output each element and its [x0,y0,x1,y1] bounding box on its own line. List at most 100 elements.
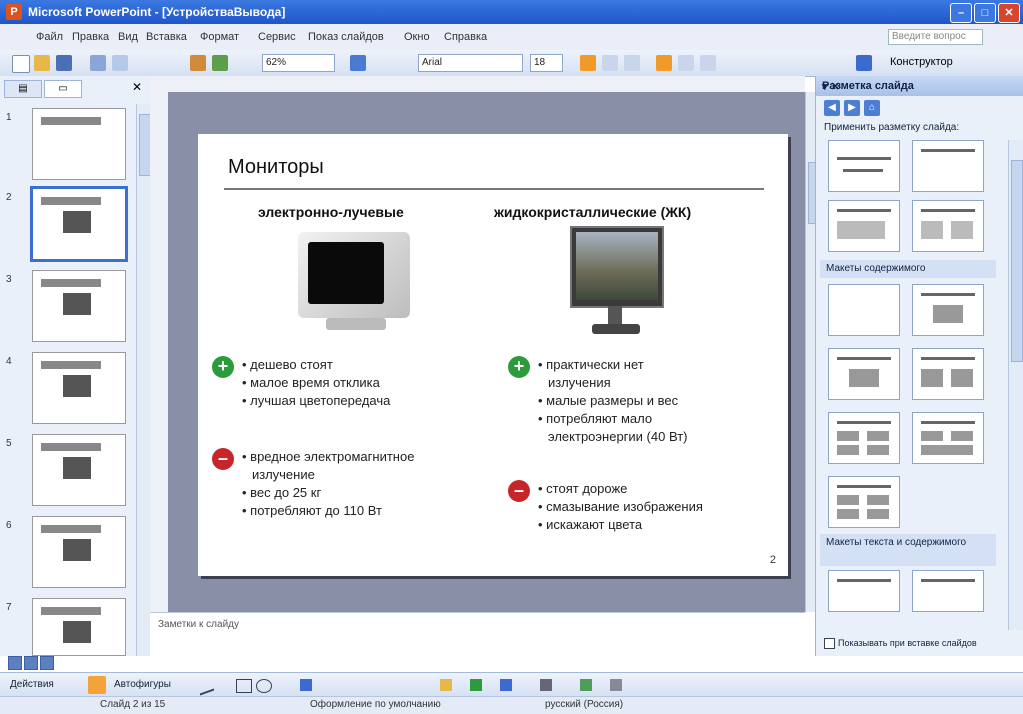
slide-page-number: 2 [769,554,776,566]
thumbnail-2[interactable]: 2 [0,186,140,264]
vertical-ruler [150,92,169,612]
layout-content-over-two[interactable] [912,412,984,464]
sorter-view-icon[interactable] [24,656,38,670]
right-cons-list[interactable]: стоят дороже смазывание изображения иска… [538,480,703,534]
design-button[interactable]: Конструктор [890,56,953,68]
crt-monitor-image[interactable] [298,232,418,332]
maximize-button[interactable]: □ [974,3,996,23]
line-color-icon[interactable] [470,679,482,691]
task-pane-scrollbar[interactable] [1008,140,1023,630]
plus-icon: + [508,356,530,378]
thumbnail-6[interactable]: 6 [0,516,140,592]
notes-placeholder[interactable]: Заметки к слайду [158,619,239,630]
normal-view-icon[interactable] [8,656,22,670]
autoshapes-button[interactable]: Автофигуры [114,679,171,690]
open-icon[interactable] [34,55,50,71]
thumbnail-4[interactable]: 4 [0,352,140,428]
print-icon[interactable] [90,55,106,71]
show-on-insert-checkbox[interactable]: Показывать при вставке слайдов [824,638,1014,650]
table-icon[interactable] [212,55,228,71]
slide-title[interactable]: Мониторы [228,156,324,179]
task-pane-nav: ◀ ▶ ⌂ [824,100,884,116]
notes-pane[interactable]: Заметки к слайду [150,612,805,657]
tab-outline[interactable]: ▤ [4,80,42,98]
task-pane: Разметка слайда ▾ ✕ ◀ ▶ ⌂ Применить разм… [815,76,1023,656]
menu-edit[interactable]: Правка [72,31,109,43]
chart-icon[interactable] [190,55,206,71]
help-search-input[interactable]: Введите вопрос [888,29,983,45]
thumbnail-3[interactable]: 3 [0,270,140,346]
slides-scrollbar[interactable] [136,104,151,656]
left-column-heading[interactable]: электронно-лучевые [258,204,404,220]
align-left-icon[interactable] [656,55,672,71]
new-icon[interactable] [12,55,30,73]
left-cons-list[interactable]: вредное электромагнитное излучение вес д… [242,448,414,520]
close-pane-icon[interactable]: ✕ [132,80,142,94]
right-pros-list[interactable]: практически нет излучения малые размеры … [538,356,687,446]
menu-slideshow[interactable]: Показ слайдов [308,31,384,43]
close-button[interactable]: ✕ [998,3,1020,23]
font-size-field[interactable]: 18 [530,54,563,72]
apply-layout-label: Применить разметку слайда: [824,122,960,133]
task-pane-header: Разметка слайда ▾ ✕ [816,76,1023,96]
font-color-icon[interactable] [856,55,872,71]
actions-button[interactable]: Действия [10,679,54,690]
layout-two-columns[interactable] [912,200,984,252]
bold-icon[interactable] [580,55,596,71]
thumbnail-5[interactable]: 5 [0,434,140,510]
oval-icon[interactable] [256,679,272,693]
back-icon[interactable]: ◀ [824,100,840,116]
font-field[interactable]: Arial [418,54,523,72]
3d-icon[interactable] [610,679,622,691]
minimize-button[interactable]: – [950,3,972,23]
layout-title-text[interactable] [828,200,900,252]
fill-color-icon[interactable] [440,679,452,691]
rectangle-icon[interactable] [236,679,252,693]
layout-title-content[interactable] [828,348,900,400]
right-column-heading[interactable]: жидкокристаллические (ЖК) [494,204,691,220]
layout-four-content[interactable] [828,412,900,464]
underline-icon[interactable] [624,55,640,71]
save-icon[interactable] [56,55,72,71]
menu-format[interactable]: Формат [200,31,239,43]
align-right-icon[interactable] [700,55,716,71]
thumbnail-1[interactable]: 1 [0,108,140,184]
line-style-icon[interactable] [540,679,552,691]
italic-icon[interactable] [602,55,618,71]
slide-canvas[interactable]: Мониторы электронно-лучевые жидкокристал… [198,134,788,576]
menu-tools[interactable]: Сервис [258,31,296,43]
zoom-field[interactable]: 62% [262,54,335,72]
layout-content-text[interactable] [912,570,984,612]
task-pane-close-icon[interactable]: ▾ ✕ [822,80,1018,93]
minus-icon: – [212,448,234,470]
left-pros-list[interactable]: дешево стоят малое время отклика лучшая … [242,356,390,410]
align-center-icon[interactable] [678,55,694,71]
layout-content[interactable] [912,284,984,336]
help-icon[interactable] [350,55,366,71]
layout-four-objects[interactable] [828,476,900,528]
preview-icon[interactable] [112,55,128,71]
section-text-content-layouts: Макеты текста и содержимого [820,534,996,566]
tab-slides[interactable]: ▭ [44,80,82,98]
forward-icon[interactable]: ▶ [844,100,860,116]
menu-view[interactable]: Вид [118,31,138,43]
menu-window[interactable]: Окно [404,31,430,43]
lcd-monitor-image[interactable] [570,226,664,338]
layout-title-only[interactable] [912,140,984,192]
slides-pane: ▤ ▭ ✕ 1 2 3 4 5 6 7 [0,76,151,656]
pointer-icon[interactable] [88,676,106,694]
layout-title-slide[interactable] [828,140,900,192]
menu-help[interactable]: Справка [444,31,487,43]
layout-two-content[interactable] [912,348,984,400]
layout-text-content[interactable] [828,570,900,612]
status-bar: Слайд 2 из 15 Оформление по умолчанию ру… [0,696,1023,714]
slideshow-view-icon[interactable] [40,656,54,670]
menu-insert[interactable]: Вставка [146,31,187,43]
layout-blank[interactable] [828,284,900,336]
wordart-icon[interactable] [300,679,312,691]
home-icon[interactable]: ⌂ [864,100,880,116]
drawing-font-color-icon[interactable] [500,679,512,691]
line-icon[interactable] [200,676,214,696]
menu-file[interactable]: Файл [36,31,63,43]
shadow-icon[interactable] [580,679,592,691]
